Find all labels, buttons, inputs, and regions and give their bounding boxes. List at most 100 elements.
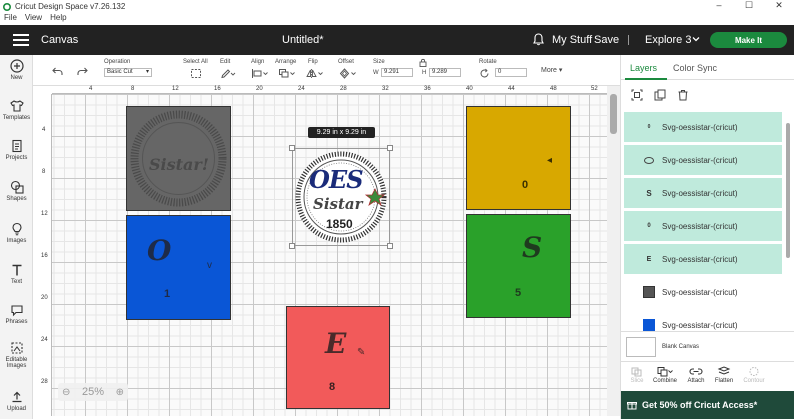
scrollbar-thumb[interactable] [786, 123, 790, 258]
zoom-in-button[interactable]: ⊕ [116, 387, 124, 398]
chat-icon [10, 305, 23, 317]
minimize-button[interactable]: – [704, 0, 734, 11]
combine-button[interactable]: Combine [650, 366, 680, 384]
select-all-icon[interactable] [190, 68, 202, 79]
menu-file[interactable]: File [4, 13, 17, 25]
selected-design-oes-logo[interactable]: OES Sistar 1850 [289, 145, 393, 249]
hamburger-menu-icon[interactable] [13, 31, 29, 49]
resize-handle-bottom-right[interactable] [387, 243, 393, 249]
size-height-input[interactable]: 9.289 [429, 68, 461, 77]
close-button[interactable]: ✕ [764, 0, 794, 11]
size-h-label: H [422, 70, 427, 76]
edit-pencil-icon[interactable] [220, 68, 236, 79]
layer-thumb [642, 318, 656, 332]
lock-icon[interactable] [419, 58, 427, 67]
tool-label: Upload [6, 406, 26, 412]
tool-label: Attach [687, 378, 705, 384]
operation-select[interactable]: Basic Cut ▾ [104, 68, 152, 77]
machine-selector[interactable]: Explore 3 [645, 34, 691, 46]
save-button[interactable]: Save [594, 34, 619, 46]
tool-images[interactable]: Images [0, 222, 33, 244]
delete-icon[interactable] [677, 89, 689, 101]
menu-help[interactable]: Help [50, 13, 66, 25]
maximize-button[interactable]: ☐ [734, 0, 764, 11]
slice-button[interactable]: Slice [622, 366, 652, 384]
resize-handle-bottom-left[interactable] [289, 243, 295, 249]
tile-o-blue[interactable]: O v 1 [126, 215, 231, 320]
ruler-tick-label: 44 [508, 86, 515, 92]
canvas-vertical-scrollbar[interactable] [607, 86, 620, 416]
duplicate-icon[interactable] [654, 89, 666, 101]
menu-view[interactable]: View [25, 13, 42, 25]
editable-images-icon [10, 342, 23, 354]
window-title: Cricut Design Space v7.26.132 [15, 2, 126, 11]
layer-label: Svg-oessistar-(cricut) [662, 155, 738, 165]
more-menu[interactable]: More ▾ [541, 66, 562, 74]
tile-sistar-gray[interactable]: Sistar! [126, 106, 231, 211]
operation-value: Basic Cut [107, 69, 133, 75]
tool-label: Contour [743, 378, 765, 384]
offset-icon[interactable] [339, 68, 357, 79]
layer-item[interactable]: 0 Svg-oessistar-(cricut) [624, 211, 782, 241]
tile-number: 1 [164, 288, 171, 300]
arrange-icon[interactable] [278, 68, 296, 79]
bulb-icon [11, 222, 22, 236]
attach-button[interactable]: Attach [681, 366, 711, 384]
make-it-button[interactable]: Make It [710, 32, 787, 48]
tab-color-sync[interactable]: Color Sync [673, 63, 717, 73]
size-height-value: 9.289 [432, 69, 448, 75]
tool-label: Shapes [6, 196, 27, 202]
tool-shapes[interactable]: Shapes [0, 180, 33, 202]
plus-circle-icon [9, 59, 24, 73]
window-titlebar: Cricut Design Space v7.26.132 – ☐ ✕ [0, 0, 794, 13]
bell-icon[interactable] [533, 33, 544, 46]
cricut-access-promo[interactable]: Get 50% off Cricut Access* [621, 391, 794, 419]
menu-bar: File View Help [0, 13, 794, 25]
layer-item[interactable]: Svg-oessistar-(cricut) [624, 145, 782, 175]
group-icon[interactable] [631, 89, 643, 101]
blank-canvas-row[interactable]: Blank Canvas [621, 331, 794, 361]
layer-item[interactable]: 0 Svg-oessistar-(cricut) [624, 112, 782, 142]
tool-new[interactable]: New [0, 59, 33, 81]
tile-o-yellow[interactable]: ◂ 0 [466, 106, 571, 210]
tool-label: Text [10, 279, 22, 285]
chevron-down-icon[interactable] [691, 34, 701, 44]
layer-item[interactable]: Svg-oessistar-(cricut) [624, 277, 782, 307]
align-icon[interactable] [251, 68, 269, 79]
text-icon [12, 264, 21, 276]
layer-item[interactable]: E Svg-oessistar-(cricut) [624, 244, 782, 274]
scrollbar-thumb[interactable] [610, 94, 617, 134]
flip-icon[interactable] [306, 68, 324, 79]
tool-phrases[interactable]: Phrases [0, 303, 33, 325]
rotate-label: Rotate [479, 59, 497, 65]
contour-button[interactable]: Contour [739, 366, 769, 384]
flatten-button[interactable]: Flatten [709, 366, 739, 384]
layer-thumb: 0 [647, 223, 651, 229]
zoom-out-button[interactable]: ⊖ [62, 387, 70, 398]
rotate-icon[interactable] [479, 68, 490, 79]
tool-editable-images[interactable]: Editable Images [0, 341, 33, 369]
tool-upload[interactable]: Upload [0, 390, 33, 412]
layer-tools: Slice Combine Attach Flatten Contour [621, 361, 794, 391]
select-all-label: Select All [183, 59, 208, 65]
tool-text[interactable]: Text [0, 263, 33, 285]
size-label: Size [373, 59, 385, 65]
document-title[interactable]: Untitled* [282, 34, 324, 46]
layer-item[interactable]: S Svg-oessistar-(cricut) [624, 178, 782, 208]
rotate-input[interactable]: 0 [495, 68, 527, 77]
resize-handle-top-left[interactable] [289, 145, 295, 151]
size-width-input[interactable]: 9.291 [381, 68, 413, 77]
tile-e-red[interactable]: E ✎ 8 [286, 306, 390, 409]
tab-layers[interactable]: Layers [630, 63, 657, 73]
ruler-tick-label: 4 [89, 86, 93, 92]
my-stuff-link[interactable]: My Stuff [552, 34, 592, 46]
tool-templates[interactable]: Templates [0, 99, 33, 121]
undo-icon[interactable] [52, 66, 63, 76]
gift-icon [627, 402, 637, 410]
operation-label: Operation [104, 59, 131, 65]
rotate-value: 0 [498, 69, 502, 75]
tile-s-green[interactable]: S 5 [466, 214, 571, 318]
resize-handle-top-right[interactable] [387, 145, 393, 151]
redo-icon[interactable] [77, 66, 88, 76]
tool-projects[interactable]: Projects [0, 139, 33, 161]
